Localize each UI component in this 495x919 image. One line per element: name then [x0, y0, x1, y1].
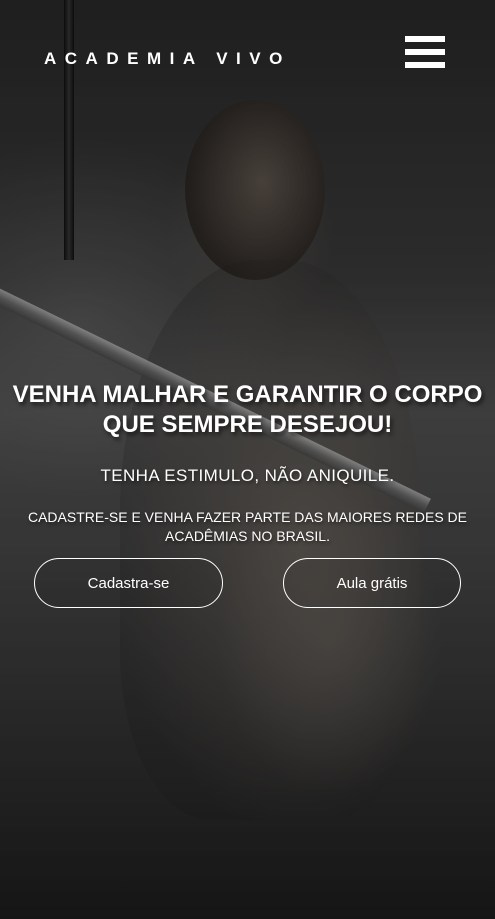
menu-line: [405, 36, 445, 42]
hero-headline: VENHA MALHAR E GARANTIR O CORPO QUE SEMP…: [12, 381, 483, 438]
hero-section: ACADEMIA VIVO VENHA MALHAR E GARANTIR O …: [0, 0, 495, 919]
hero-tagline: TENHA ESTIMULO, NÃO ANIQUILE.: [100, 466, 395, 485]
menu-line: [405, 62, 445, 68]
menu-line: [405, 49, 445, 55]
signup-button[interactable]: Cadastra-se: [34, 558, 223, 608]
hamburger-menu-icon[interactable]: [405, 36, 445, 68]
hero-content: VENHA MALHAR E GARANTIR O CORPO QUE SEMP…: [0, 380, 495, 546]
brand-logo[interactable]: ACADEMIA VIVO: [44, 49, 291, 69]
hero-subtext: CADASTRE-SE E VENHA FAZER PARTE DAS MAIO…: [27, 509, 468, 544]
free-class-button[interactable]: Aula grátis: [283, 558, 461, 608]
